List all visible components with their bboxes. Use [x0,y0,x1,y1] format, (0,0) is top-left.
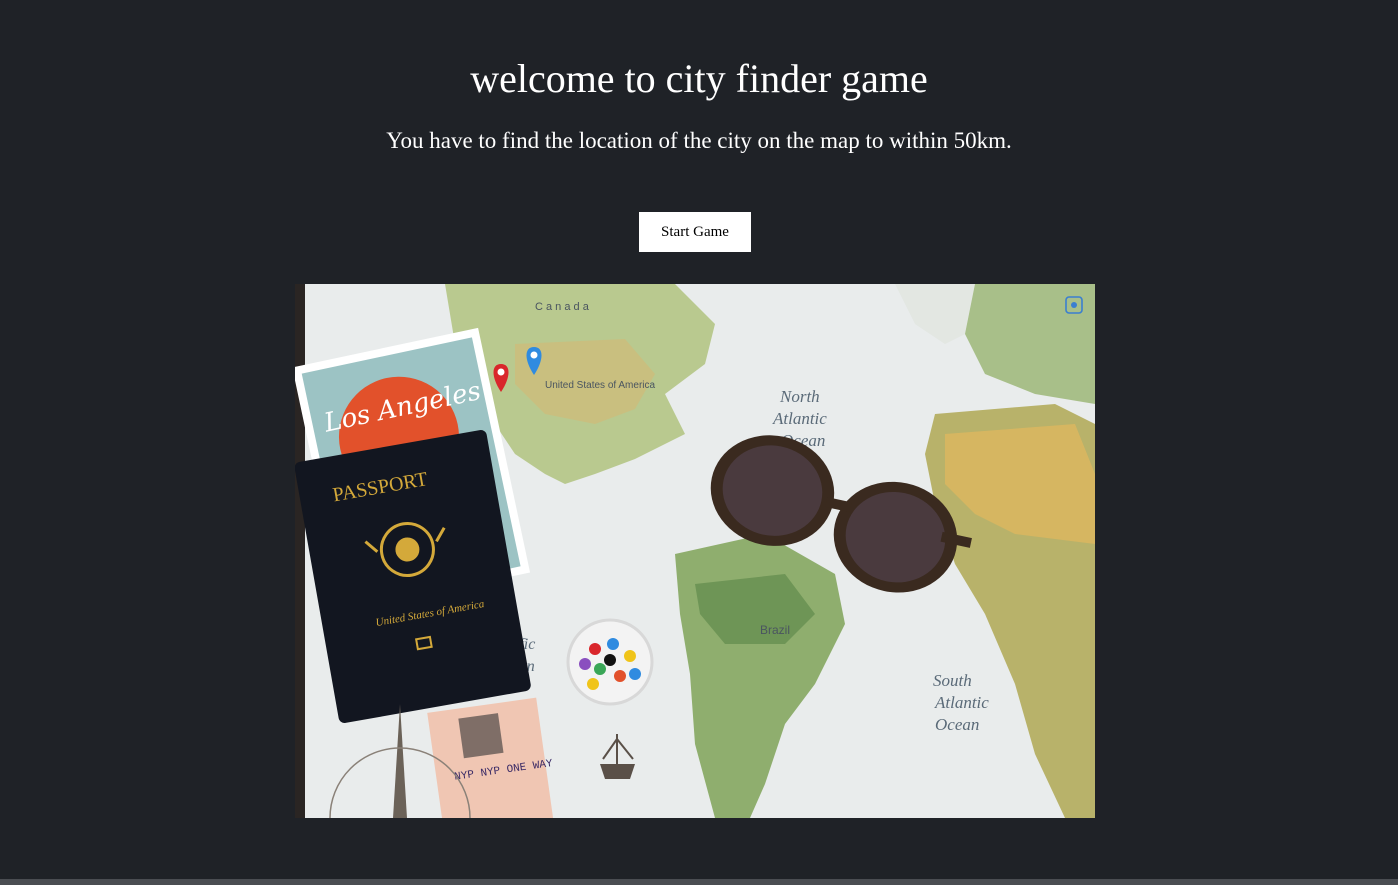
map-label: C a n a d a [535,301,590,313]
pin-bowl [566,618,654,706]
map-label: North [779,387,820,406]
page-subtitle: You have to find the location of the cit… [386,128,1012,153]
hero-image: North Atlantic Ocean South Atlantic Ocea… [295,284,1095,818]
map-label: South [933,671,972,690]
start-game-button[interactable]: Start Game [639,212,751,252]
page-title: welcome to city finder game [470,56,928,101]
map-label: Ocean [935,715,979,734]
map-label: Atlantic [934,693,989,712]
horizontal-scrollbar[interactable] [0,879,1398,885]
map-label: United States of America [545,380,655,391]
map-label: Brazil [760,623,790,637]
map-label: Atlantic [772,409,827,428]
